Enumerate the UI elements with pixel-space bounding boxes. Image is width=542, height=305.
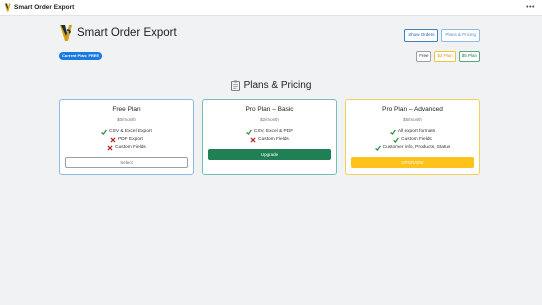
feature-item: Custom Fields (346, 136, 479, 144)
brand-logo-icon (60, 25, 72, 41)
page-title: Smart Order Export (77, 27, 177, 39)
plan-selector: Free $2 Plan $5 Plan (416, 51, 480, 62)
check-icon (101, 129, 108, 135)
show-orders-button[interactable]: Show Orders (404, 29, 439, 42)
select-button[interactable]: Select (65, 157, 188, 168)
check-icon (374, 145, 381, 151)
cross-icon (107, 145, 113, 151)
feature-item: CSV & Excel Export (60, 128, 193, 136)
page-header: Smart Order Export Show Orders Plans & P… (59, 24, 480, 44)
app-topbar: Smart Order Export ••• (0, 0, 542, 16)
upgrade-basic-button[interactable]: Upgrade (208, 149, 331, 160)
brand: Smart Order Export (59, 24, 177, 42)
plan-card-basic: Pro Plan – Basic $2/month CSV, Excel & P… (202, 99, 337, 175)
app-title: Smart Order Export (14, 4, 75, 11)
plan-price: $0/month (117, 117, 136, 122)
header-actions: Show Orders Plans & Pricing (404, 29, 480, 42)
plan-features: CSV & Excel Export PDF Export Custom Fie… (60, 128, 193, 152)
feature-text: Custom Fields (115, 145, 146, 150)
plan-features: CSV, Excel & PDF Custom Fields (203, 128, 336, 144)
feature-text: CSV, Excel & PDF (253, 129, 294, 134)
feature-item: All export formats (346, 128, 479, 136)
plan-row: Current Plan: FREE Free $2 Plan $5 Plan (59, 51, 480, 62)
check-icon (246, 129, 252, 135)
cross-icon (110, 137, 116, 143)
feature-item: Custom Fields (60, 144, 193, 152)
plan-price: $2/month (260, 117, 279, 122)
feature-item: Custom Fields (203, 136, 336, 144)
check-icon (393, 137, 400, 143)
current-plan-badge: Current Plan: FREE (59, 52, 103, 60)
basic-plan-button[interactable]: $2 Plan (434, 51, 456, 62)
plan-card-advanced: Pro Plan – Advanced $5/month All export … (345, 99, 480, 175)
plan-name: Pro Plan – Basic (245, 106, 294, 113)
app-logo-icon (4, 3, 11, 12)
check-icon (390, 129, 396, 135)
section-heading: Plans & Pricing (0, 80, 542, 91)
section-title: Plans & Pricing (243, 80, 312, 91)
plan-name: Free Plan (112, 106, 141, 113)
feature-text: All export formats (397, 129, 436, 134)
feature-text: PDF Export (118, 137, 143, 142)
advanced-plan-button[interactable]: $5 Plan (458, 51, 480, 62)
feature-item: Customer info, Products, Status (346, 144, 479, 152)
clipboard-icon (230, 80, 240, 91)
free-plan-button[interactable]: Free (416, 51, 432, 62)
plan-features: All export formats Custom Fields Custome… (346, 128, 479, 152)
feature-text: CSV & Excel Export (109, 129, 152, 134)
feature-text: Custom Fields (258, 137, 289, 142)
upgrade-advanced-button[interactable]: UPGRADE (351, 157, 474, 168)
plans-cards: Free Plan $0/month CSV & Excel Export PD… (59, 99, 480, 175)
plan-name: Pro Plan – Advanced (382, 106, 443, 113)
feature-item: PDF Export (60, 136, 193, 144)
cross-icon (250, 137, 256, 143)
plan-price: $5/month (403, 117, 422, 122)
plans-pricing-button[interactable]: Plans & Pricing (441, 29, 480, 42)
feature-text: Customer info, Products, Status (382, 145, 451, 150)
feature-text: Custom Fields (401, 137, 432, 142)
plan-card-free: Free Plan $0/month CSV & Excel Export PD… (59, 99, 194, 175)
feature-item: CSV, Excel & PDF (203, 128, 336, 136)
more-horizontal-icon[interactable]: ••• (526, 4, 538, 11)
